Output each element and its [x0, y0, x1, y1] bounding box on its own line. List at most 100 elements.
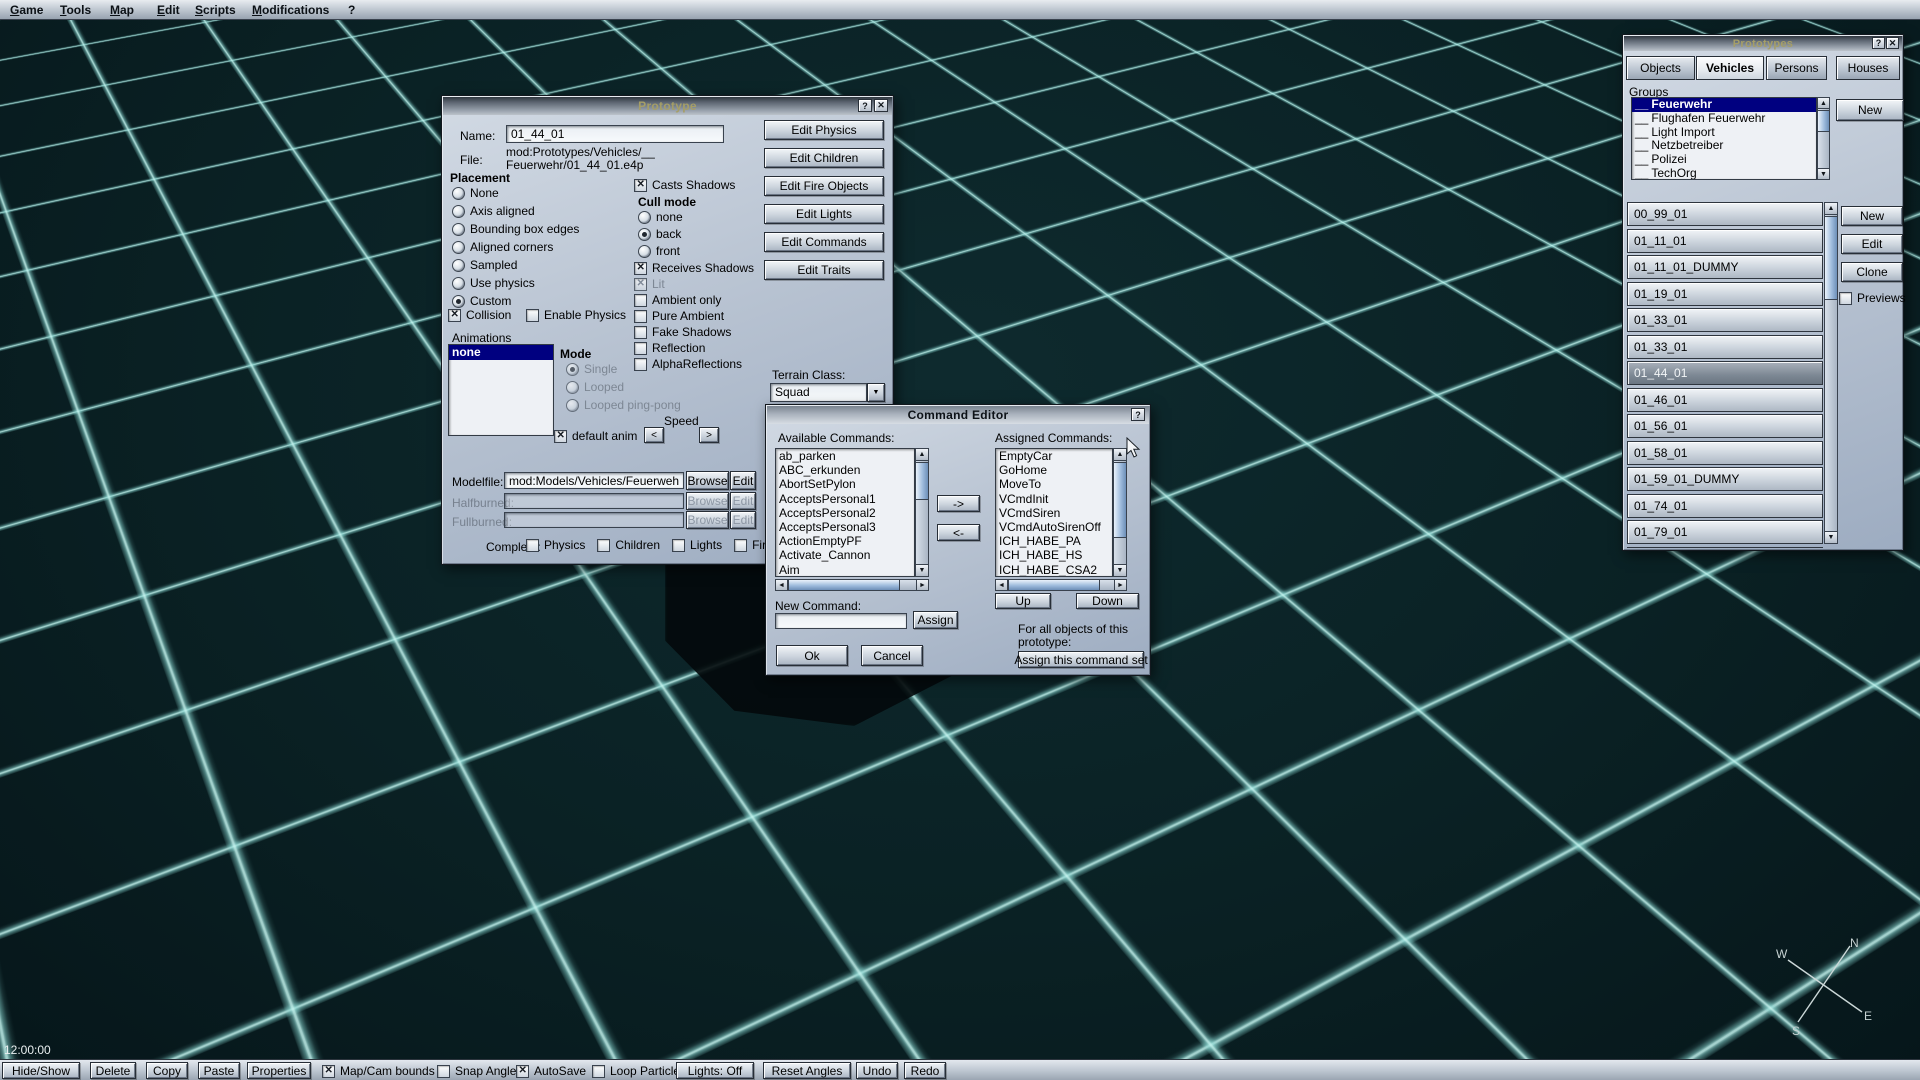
assigned-command-item[interactable]: VCmdAutoSirenOff [996, 520, 1112, 534]
new-prototype-button[interactable]: New [1841, 206, 1903, 226]
scroll-down-icon[interactable]: ▼ [916, 564, 928, 576]
ok-button[interactable]: Ok [776, 645, 848, 666]
placement-radio[interactable]: Sampled [452, 258, 579, 272]
assigned-command-item[interactable]: ICH_HABE_CSA2 [996, 563, 1112, 577]
menu-edit[interactable]: Edit [157, 0, 180, 20]
assigned-command-item[interactable]: ICH_HABE_PA [996, 534, 1112, 548]
available-command-item[interactable]: AcceptsPersonal2 [776, 506, 914, 520]
prototype-list-item[interactable] [1627, 547, 1823, 549]
scroll-right-icon[interactable]: ► [916, 580, 928, 590]
tab-vehicles[interactable]: Vehicles [1696, 56, 1764, 80]
assign-command-set-button[interactable]: Assign this command set [1018, 651, 1144, 668]
default-anim-checkbox[interactable]: default anim [554, 429, 637, 443]
move-down-button[interactable]: Down [1076, 593, 1139, 609]
terrain-class-dropdown[interactable]: Squad ▼ [770, 383, 885, 402]
help-icon[interactable]: ? [1131, 408, 1145, 421]
assigned-command-item[interactable]: MoveTo [996, 477, 1112, 491]
modelfile-input[interactable] [504, 472, 684, 489]
prototype-list-scrollbar[interactable]: ▲ ▼ [1824, 202, 1838, 544]
available-command-item[interactable]: ab_parken [776, 449, 914, 463]
prototype-list-item[interactable]: 01_19_01 [1627, 282, 1823, 306]
mode-radio[interactable]: Looped [566, 380, 681, 394]
mode-radio[interactable]: Looped ping-pong [566, 398, 681, 412]
collision-checkbox[interactable]: Collision [448, 308, 511, 322]
prototype-list-item[interactable]: 01_44_01 [1627, 361, 1823, 385]
redo-button[interactable]: Redo [904, 1062, 946, 1079]
group-list-item[interactable]: __Netzbetreiber [1632, 139, 1816, 153]
placement-radio[interactable]: Axis aligned [452, 204, 579, 218]
prototypes-panel-titlebar[interactable]: Prototypes ? ✕ [1624, 36, 1902, 51]
scrollbar-thumb[interactable] [1008, 580, 1100, 590]
available-command-item[interactable]: AcceptsPersonal3 [776, 520, 914, 534]
menu-map[interactable]: Map [110, 0, 134, 20]
assigned-command-item[interactable]: VCmdSiren [996, 506, 1112, 520]
modelfile-browse-button[interactable]: Browse [686, 471, 729, 490]
placement-radio[interactable]: None [452, 186, 579, 200]
available-command-item[interactable]: AbortSetPylon [776, 477, 914, 491]
properties-button[interactable]: Properties [247, 1062, 311, 1079]
enable-physics-checkbox[interactable]: Enable Physics [526, 308, 626, 322]
edit-section-button[interactable]: Edit Physics [764, 120, 884, 140]
available-vertical-scrollbar[interactable]: ▲ ▼ [915, 448, 929, 577]
close-icon[interactable]: ✕ [874, 99, 888, 112]
map-cam-bounds-checkbox[interactable]: Map/Cam bounds [322, 1064, 435, 1078]
prototype-list-item[interactable]: 01_58_01 [1627, 441, 1823, 465]
render-option-checkbox[interactable]: Fake Shadows [634, 325, 754, 339]
prototype-list-item[interactable]: 00_99_01 [1627, 202, 1823, 226]
edit-section-button[interactable]: Edit Commands [764, 232, 884, 252]
lights-toggle-button[interactable]: Lights: Off [676, 1062, 754, 1079]
scroll-left-icon[interactable]: ◄ [996, 580, 1008, 590]
prototype-list-item[interactable]: 01_79_01 [1627, 520, 1823, 544]
scroll-down-icon[interactable]: ▼ [1818, 168, 1829, 179]
edit-section-button[interactable]: Edit Children [764, 148, 884, 168]
speed-increase-button[interactable]: > [699, 427, 719, 443]
hide-show-button[interactable]: Hide/Show [2, 1062, 80, 1079]
render-option-checkbox[interactable]: Ambient only [634, 293, 754, 307]
command-editor-titlebar[interactable]: Command Editor ? [767, 406, 1149, 424]
edit-section-button[interactable]: Edit Fire Objects [764, 176, 884, 196]
scroll-right-icon[interactable]: ► [1114, 580, 1126, 590]
tab-objects[interactable]: Objects [1626, 56, 1695, 80]
placement-radio[interactable]: Use physics [452, 276, 579, 290]
delete-button[interactable]: Delete [90, 1062, 136, 1079]
prototype-list-item[interactable]: 01_74_01 [1627, 494, 1823, 518]
chevron-down-icon[interactable]: ▼ [867, 383, 885, 402]
complete-checkbox[interactable]: Children [597, 538, 660, 552]
scrollbar-thumb[interactable] [916, 462, 928, 500]
available-command-item[interactable]: Aim [776, 563, 914, 577]
snap-angles-checkbox[interactable]: Snap Angles [437, 1064, 522, 1078]
assigned-command-item[interactable]: ICH_HABE_HS [996, 548, 1112, 562]
paste-button[interactable]: Paste [198, 1062, 240, 1079]
prototype-list-item[interactable]: 01_56_01 [1627, 414, 1823, 438]
assigned-horizontal-scrollbar[interactable]: ◄ ► [995, 579, 1127, 591]
render-option-checkbox[interactable]: Reflection [634, 341, 754, 355]
placement-radio[interactable]: Bounding box edges [452, 222, 579, 236]
scrollbar-thumb[interactable] [1114, 462, 1126, 538]
modelfile-edit-button[interactable]: Edit [730, 471, 756, 490]
prototype-list-item[interactable]: 01_33_01 [1627, 308, 1823, 332]
scroll-left-icon[interactable]: ◄ [776, 580, 788, 590]
reset-angles-button[interactable]: Reset Angles [763, 1062, 851, 1079]
group-list-item[interactable]: __Flughafen Feuerwehr [1632, 112, 1816, 126]
prototype-list-item[interactable]: 01_33_01 [1627, 335, 1823, 359]
assigned-command-item[interactable]: EmptyCar [996, 449, 1112, 463]
clone-prototype-button[interactable]: Clone [1841, 262, 1903, 282]
new-group-button[interactable]: New [1836, 99, 1904, 121]
prototype-list-item[interactable]: 01_59_01_DUMMY [1627, 467, 1823, 491]
move-up-button[interactable]: Up [995, 593, 1051, 609]
tab-persons[interactable]: Persons [1766, 56, 1827, 80]
animation-list-item[interactable]: none [449, 345, 553, 360]
prototype-list-item[interactable]: 01_11_01_DUMMY [1627, 255, 1823, 279]
menu-modifications[interactable]: Modifications [252, 0, 329, 20]
cancel-button[interactable]: Cancel [861, 645, 923, 666]
placement-radio[interactable]: Aligned corners [452, 240, 579, 254]
scroll-down-icon[interactable]: ▼ [1825, 531, 1837, 543]
group-list-item[interactable]: __Feuerwehr [1632, 98, 1816, 112]
assign-button[interactable]: Assign [913, 611, 958, 629]
loop-particles-checkbox[interactable]: Loop Particles [592, 1064, 686, 1078]
prototype-dialog-titlebar[interactable]: Prototype ? ✕ [443, 97, 892, 115]
edit-section-button[interactable]: Edit Traits [764, 260, 884, 280]
assign-command-button[interactable]: -> [937, 495, 980, 512]
render-option-checkbox[interactable]: Lit [634, 277, 754, 291]
previews-checkbox[interactable]: Previews [1839, 291, 1906, 305]
